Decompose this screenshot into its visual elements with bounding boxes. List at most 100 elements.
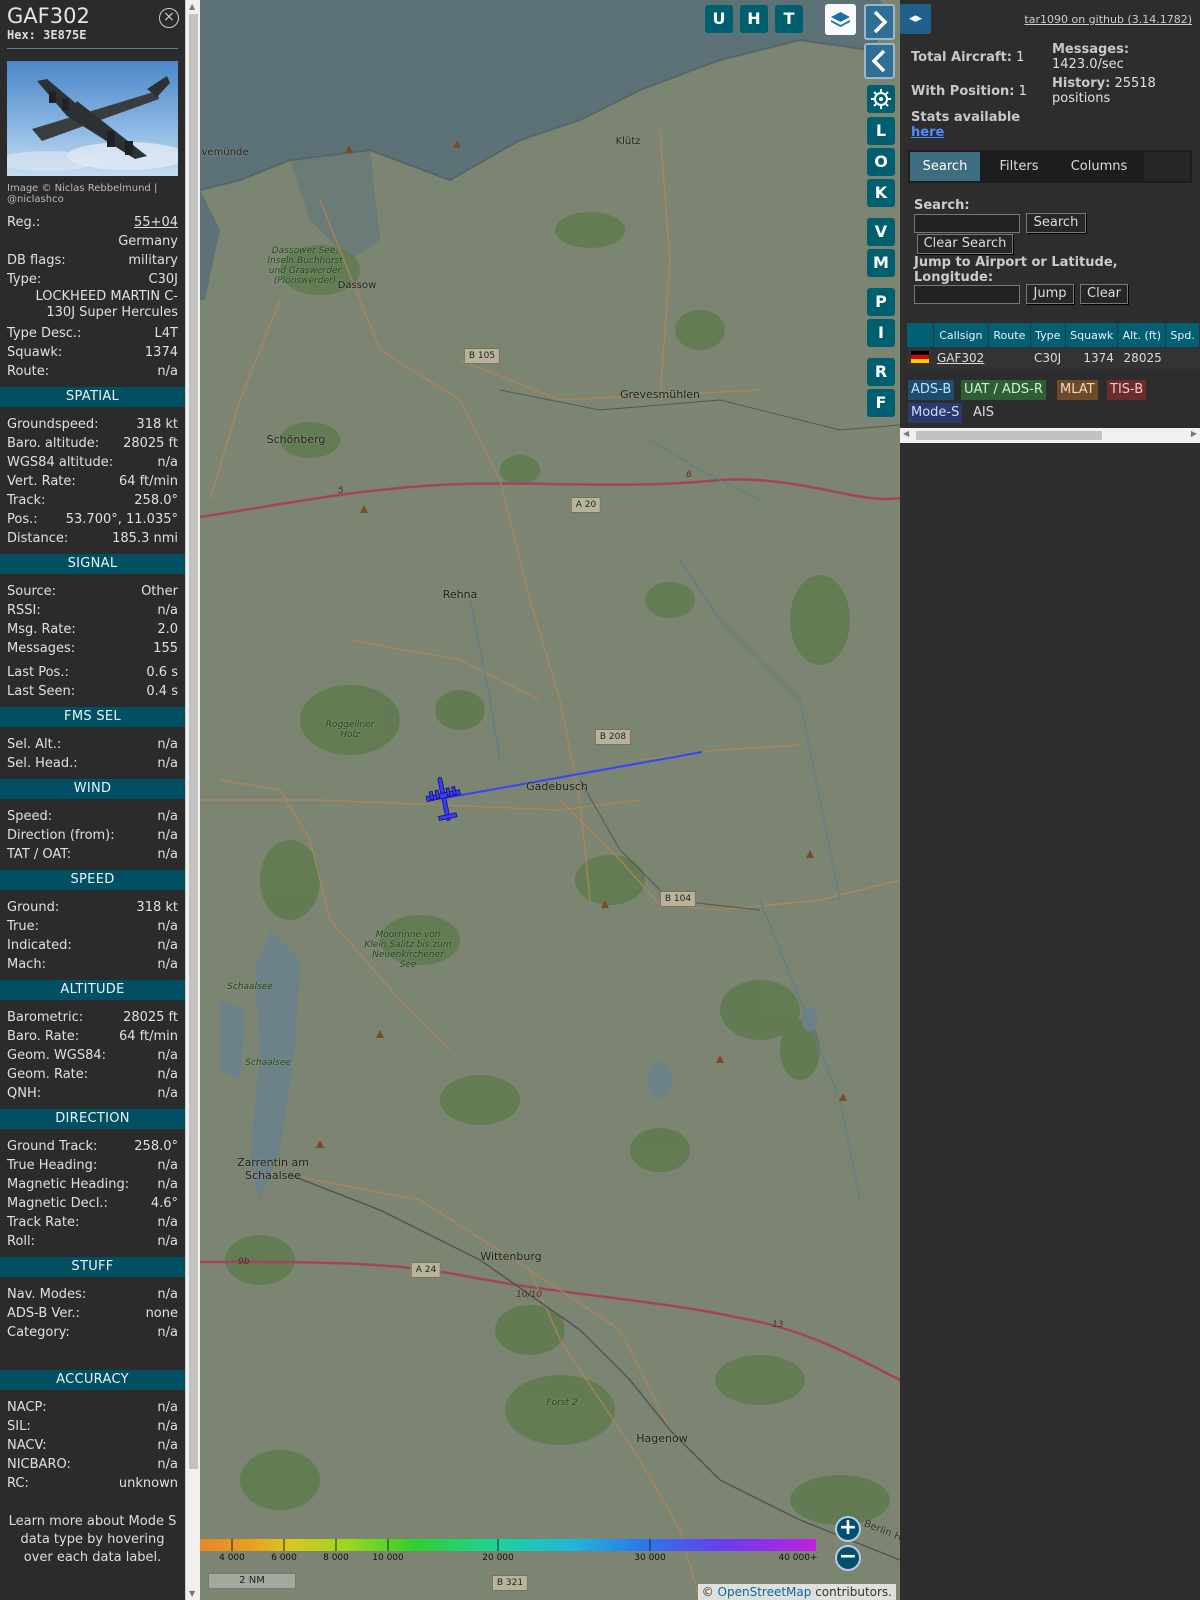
col-callsign[interactable]: Callsign bbox=[933, 323, 990, 347]
key-m-button[interactable]: M bbox=[867, 249, 895, 277]
info-row: Type Desc.: L4T bbox=[0, 324, 185, 343]
info-row: Barometric: 28025 ft bbox=[0, 1008, 185, 1027]
layers-icon[interactable] bbox=[825, 4, 856, 35]
row-route bbox=[988, 347, 1030, 369]
row-type: C30J bbox=[1030, 347, 1066, 369]
next-icon[interactable] bbox=[864, 4, 895, 40]
section-speed: SPEED bbox=[0, 870, 185, 890]
road-number: 6 bbox=[686, 470, 692, 480]
place-label: Hagenow bbox=[636, 1432, 688, 1445]
settings-gear-icon[interactable] bbox=[867, 85, 895, 113]
unit-h-button[interactable]: H bbox=[740, 5, 768, 33]
aircraft-icon[interactable] bbox=[425, 775, 463, 823]
messages-label: Messages: bbox=[1052, 42, 1130, 57]
section-accuracy: ACCURACY bbox=[0, 1370, 185, 1390]
hscroll-thumb[interactable] bbox=[916, 431, 1102, 440]
map-view[interactable]: vemünde Klütz Dassow Grevesmühlen Schönberg R… bbox=[200, 0, 900, 1600]
key-v-button[interactable]: V bbox=[867, 218, 895, 246]
info-label: Speed: bbox=[7, 809, 53, 824]
info-row: Msg. Rate: 2.0 bbox=[0, 620, 185, 639]
key-l-button[interactable]: L bbox=[867, 117, 895, 145]
scroll-up-icon[interactable]: ▲ bbox=[189, 2, 195, 11]
unit-u-button[interactable]: U bbox=[705, 5, 733, 33]
search-input[interactable] bbox=[914, 214, 1020, 233]
col-flag[interactable] bbox=[907, 323, 934, 347]
road-shield: B 321 bbox=[491, 1575, 529, 1591]
key-p-button[interactable]: P bbox=[867, 288, 895, 316]
jump-button[interactable]: Jump bbox=[1026, 284, 1074, 304]
tab-empty[interactable] bbox=[1144, 152, 1190, 181]
info-row: Magnetic Heading: n/a bbox=[0, 1175, 185, 1194]
scroll-right-icon[interactable]: ▶ bbox=[1191, 429, 1197, 438]
info-panel-scrollbar[interactable]: ▲ ▼ bbox=[185, 0, 200, 1600]
unit-t-button[interactable]: T bbox=[775, 5, 803, 33]
col-altitude[interactable]: Alt. (ft) bbox=[1117, 323, 1167, 347]
expand-collapse-sidebar-icon[interactable]: ◂▸ bbox=[900, 4, 931, 34]
source-badge-ads-b[interactable]: ADS-B bbox=[908, 380, 955, 400]
col-type[interactable]: Type bbox=[1030, 323, 1066, 347]
previous-icon[interactable] bbox=[864, 43, 895, 79]
key-r-button[interactable]: R bbox=[867, 358, 895, 386]
info-label: RC: bbox=[7, 1476, 29, 1491]
table-row[interactable]: GAF302 C30J 1374 28025 bbox=[907, 347, 1200, 369]
col-route[interactable]: Route bbox=[988, 323, 1031, 347]
close-icon[interactable]: × bbox=[159, 8, 179, 28]
col-squawk[interactable]: Squawk bbox=[1065, 323, 1119, 347]
tab-columns[interactable]: Columns bbox=[1058, 152, 1140, 181]
info-label: Magnetic Heading: bbox=[7, 1177, 130, 1192]
nature-label: Moorrinne von Klein Salitz bis zum Neuen… bbox=[364, 930, 452, 970]
info-label: SIL: bbox=[7, 1419, 31, 1434]
key-i-button[interactable]: I bbox=[867, 319, 895, 347]
section-direction: DIRECTION bbox=[0, 1109, 185, 1129]
history-label: History: bbox=[1052, 76, 1111, 91]
zoom-out-button[interactable]: − bbox=[835, 1545, 861, 1571]
info-label: Msg. Rate: bbox=[7, 622, 76, 637]
aircraft-photo[interactable] bbox=[0, 61, 185, 176]
col-speed[interactable]: Spd. bbox=[1165, 323, 1200, 347]
info-label: Magnetic Decl.: bbox=[7, 1196, 108, 1211]
with-position-stat: With Position: 1 bbox=[911, 84, 1027, 99]
info-value: 258.0° bbox=[134, 1139, 178, 1154]
header-divider bbox=[7, 48, 178, 49]
clear-button[interactable]: Clear bbox=[1080, 284, 1128, 304]
info-label: NACP: bbox=[7, 1400, 47, 1415]
row-callsign[interactable]: GAF302 bbox=[933, 347, 989, 369]
source-badge-ais[interactable]: AIS bbox=[970, 403, 997, 423]
info-value: none bbox=[145, 1306, 178, 1321]
key-o-button[interactable]: O bbox=[867, 148, 895, 176]
info-value: 64 ft/min bbox=[118, 1029, 178, 1044]
key-f-button[interactable]: F bbox=[867, 389, 895, 417]
source-badge-tis-b[interactable]: TIS-B bbox=[1107, 380, 1147, 400]
search-button[interactable]: Search bbox=[1026, 213, 1086, 233]
scroll-left-icon[interactable]: ◀ bbox=[903, 429, 909, 438]
key-k-button[interactable]: K bbox=[867, 179, 895, 207]
source-badge-mlat[interactable]: MLAT bbox=[1057, 380, 1098, 400]
source-badge-mode-s[interactable]: Mode-S bbox=[908, 403, 963, 423]
tab-filters[interactable]: Filters bbox=[984, 152, 1054, 181]
scroll-down-icon[interactable]: ▼ bbox=[189, 1589, 195, 1598]
zoom-in-button[interactable]: + bbox=[835, 1516, 861, 1542]
info-label: WGS84 altitude: bbox=[7, 455, 114, 470]
stats-available: Stats available here bbox=[911, 110, 1020, 140]
info-value: n/a bbox=[157, 919, 178, 934]
jump-input[interactable] bbox=[914, 285, 1020, 304]
info-row: Ground Track: 258.0° bbox=[0, 1137, 185, 1156]
info-value: n/a bbox=[157, 1400, 178, 1415]
history-stat: History: 25518 positions bbox=[1052, 76, 1192, 106]
clear-search-button[interactable]: Clear Search bbox=[917, 234, 1013, 254]
info-row: ADS-B Ver.: none bbox=[0, 1304, 185, 1323]
stats-here-link[interactable]: here bbox=[911, 125, 944, 140]
github-link[interactable]: tar1090 on github (3.14.1782) bbox=[1024, 13, 1192, 26]
scrollbar-thumb[interactable] bbox=[189, 14, 198, 1469]
table-horizontal-scrollbar[interactable]: ◀ ▶ bbox=[900, 428, 1200, 443]
road-number: 5 bbox=[338, 486, 344, 496]
sidebar-tabs: Search Filters Columns bbox=[908, 150, 1192, 183]
nature-label: Roggeliner Holz bbox=[325, 720, 375, 740]
info-label: RSSI: bbox=[7, 603, 41, 618]
source-badge-uat-ads-r[interactable]: UAT / ADS-R bbox=[961, 380, 1046, 400]
tab-search[interactable]: Search bbox=[910, 152, 980, 181]
openstreetmap-link[interactable]: OpenStreetMap bbox=[718, 1585, 812, 1599]
registration-link[interactable]: 55+04 bbox=[134, 213, 178, 232]
info-label: Indicated: bbox=[7, 938, 72, 953]
info-row: Pos.: 53.700°, 11.035° bbox=[0, 510, 185, 529]
